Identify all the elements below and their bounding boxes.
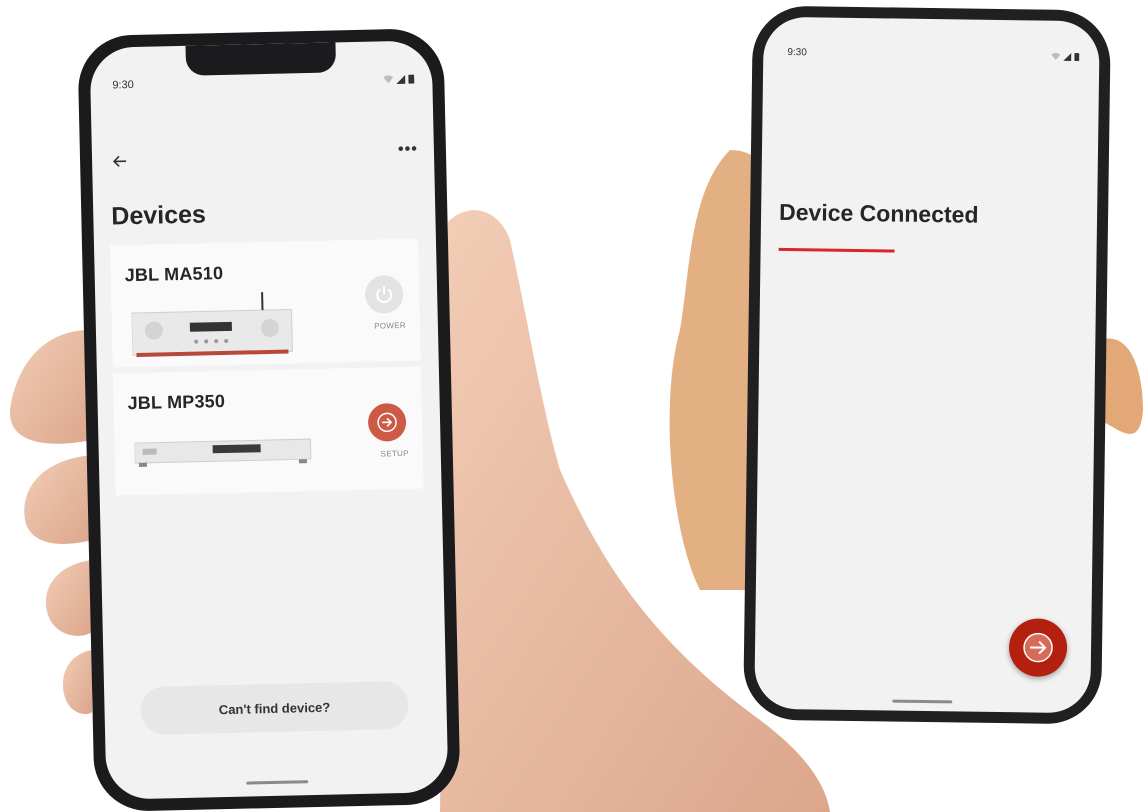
devices-screen: 9:30 ••• Devices JBL MA510 POWER JBL MP3… <box>89 40 449 800</box>
signal-icon <box>396 74 406 85</box>
setup-button[interactable] <box>367 402 407 442</box>
amplifier-image <box>131 292 293 357</box>
wifi-icon <box>1051 52 1061 60</box>
device-connected-title: Device Connected <box>778 198 979 228</box>
battery-icon <box>408 74 415 84</box>
battery-icon <box>1074 53 1080 62</box>
notch <box>185 42 337 76</box>
home-indicator[interactable] <box>246 780 309 785</box>
wifi-icon <box>383 75 394 84</box>
player-image <box>134 438 312 467</box>
power-label: POWER <box>374 320 406 331</box>
setup-label: SETUP <box>380 448 409 459</box>
title-underline <box>778 247 895 253</box>
device-name: JBL MA510 <box>124 263 224 286</box>
left-phone: 9:30 ••• Devices JBL MA510 POWER JBL MP3… <box>77 27 461 812</box>
more-options-icon[interactable]: ••• <box>398 141 418 159</box>
device-card-ma510[interactable]: JBL MA510 POWER <box>110 238 421 368</box>
status-time: 9:30 <box>112 78 134 92</box>
power-icon <box>376 286 393 304</box>
device-card-mp350[interactable]: JBL MP350 SETUP <box>112 366 424 496</box>
arrow-right-icon <box>377 412 397 433</box>
right-phone: 9:30 Device Connected <box>743 5 1111 725</box>
cant-find-device-button[interactable]: Can't find device? <box>140 680 410 735</box>
power-button[interactable] <box>364 274 404 314</box>
home-indicator[interactable] <box>892 699 953 704</box>
device-connected-screen: 9:30 Device Connected <box>754 16 1100 714</box>
back-arrow-icon[interactable] <box>110 151 130 171</box>
device-name: JBL MP350 <box>127 390 226 414</box>
page-title: Devices <box>111 200 207 231</box>
arrow-right-icon <box>1023 632 1053 663</box>
status-icons <box>1051 52 1080 62</box>
next-button[interactable] <box>1008 618 1068 677</box>
status-time: 9:30 <box>787 47 807 59</box>
status-icons <box>383 74 415 85</box>
signal-icon <box>1063 52 1072 61</box>
